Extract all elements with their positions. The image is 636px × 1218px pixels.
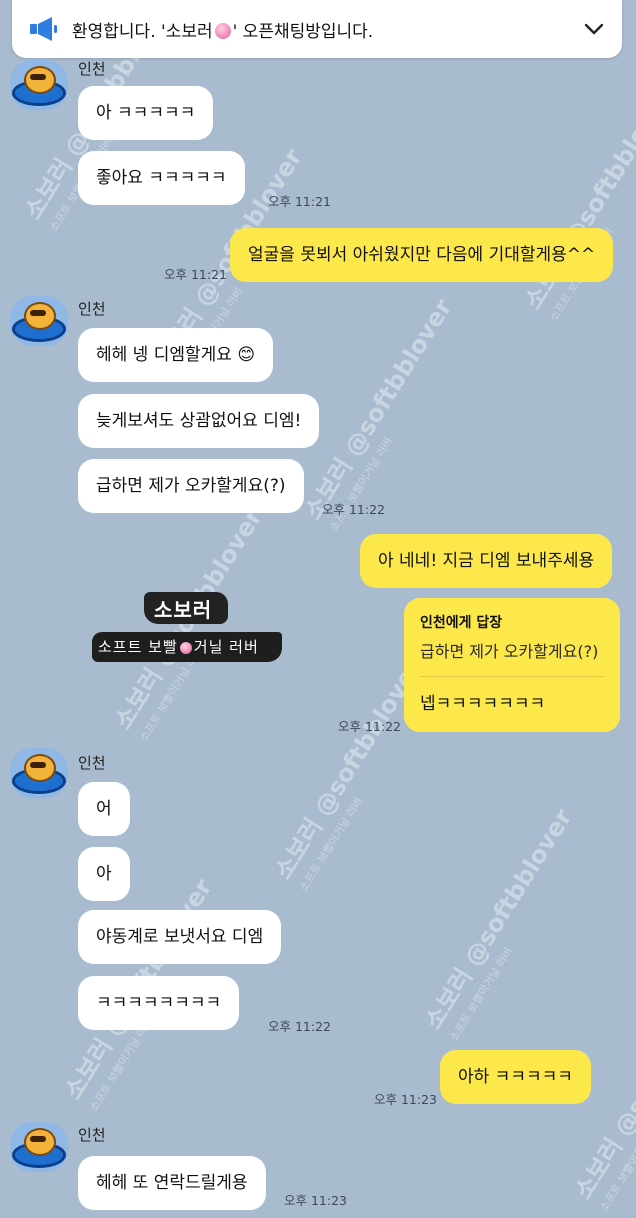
avatar[interactable] (10, 1122, 68, 1172)
message-bubble[interactable]: 야동계로 보냇서요 디엠 (78, 910, 282, 964)
sender-name: 인천 (78, 1126, 106, 1144)
message-bubble[interactable]: 헤헤 또 연락드릴게용 (78, 1156, 266, 1210)
message-bubble[interactable]: ㅋㅋㅋㅋㅋㅋㅋㅋ (78, 976, 240, 1030)
sticker-subtitle: 소프트 보빨 거닐 러버 (98, 638, 259, 656)
heart-icon (214, 22, 231, 39)
chevron-down-icon[interactable] (582, 17, 606, 41)
message-bubble[interactable]: 헤헤 넹 디엠할게요 😊 (78, 328, 274, 382)
my-message-bubble[interactable]: 아 네네! 지금 디엠 보내주세용 (360, 534, 613, 588)
reply-message-bubble[interactable]: 인천에게 답장 급하면 제가 오카할게요(?) 넵ㅋㅋㅋㅋㅋㅋㅋ (404, 598, 620, 732)
sender-name: 인천 (78, 300, 106, 318)
divider (420, 676, 604, 677)
my-message-bubble[interactable]: 얼굴을 못뵈서 아쉬웠지만 다음에 기대할게용^^ (230, 228, 614, 282)
timestamp: 오후 11:23 (374, 1092, 437, 1107)
notice-text: 환영합니다. '소보러 ' 오픈채팅방입니다. (72, 21, 374, 42)
timestamp: 오후 11:21 (164, 267, 227, 282)
my-message-bubble[interactable]: 아하 ㅋㅋㅋㅋㅋ (440, 1050, 591, 1104)
message-bubble[interactable]: 급하면 제가 오카할게요(?) (78, 459, 304, 513)
timestamp: 오후 11:21 (268, 194, 331, 209)
timestamp: 오후 11:22 (268, 1019, 331, 1034)
megaphone-icon (30, 17, 57, 41)
timestamp: 오후 11:22 (338, 719, 401, 734)
avatar[interactable] (10, 748, 68, 798)
watermark: 소보러 @softbblover 소프트 보빨이거닐 러버 (419, 803, 578, 1044)
reply-title: 인천에게 답장 (420, 615, 503, 631)
heart-icon (179, 642, 192, 654)
message-bubble[interactable]: 아 (78, 847, 130, 901)
watermark: 소보러 @softbblover 소프트 보빨이거닐 러버 (519, 83, 636, 324)
sender-name: 인천 (78, 60, 106, 78)
sticker-title: 소보러 (154, 598, 213, 622)
message-bubble[interactable]: 좋아요 ㅋㅋㅋㅋㅋ (78, 151, 245, 205)
timestamp: 오후 11:22 (322, 502, 385, 517)
message-bubble[interactable]: 어 (78, 782, 130, 836)
avatar[interactable] (10, 60, 68, 110)
reply-text: 넵ㅋㅋㅋㅋㅋㅋㅋ (420, 694, 546, 714)
message-bubble[interactable]: 늦게보셔도 상괌없어요 디엠! (78, 394, 320, 448)
sticker[interactable]: 소보러 소프트 보빨 거닐 러버 (88, 586, 288, 678)
notice-banner[interactable]: 환영합니다. '소보러 ' 오픈채팅방입니다. (12, 0, 622, 58)
reply-quote[interactable]: 급하면 제가 오카할게요(?) (420, 638, 604, 662)
avatar[interactable] (10, 296, 68, 346)
sender-name: 인천 (78, 754, 106, 772)
message-bubble[interactable]: 아 ㅋㅋㅋㅋㅋ (78, 86, 214, 140)
